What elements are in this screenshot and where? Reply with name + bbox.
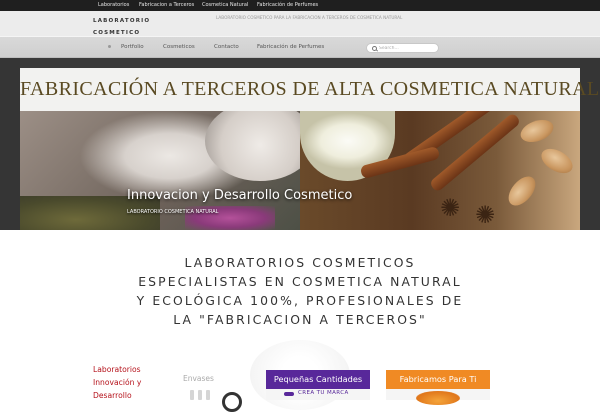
- feature-card-pequenas-cantidades[interactable]: Pequeñas Cantidades CREA TU MARCA: [266, 370, 370, 400]
- hero-caption-sub: LABORATORIO COSMETICA NATURAL: [127, 209, 219, 215]
- site-header: LABORATORIO COSMETICO LABORATORIO COSMET…: [0, 11, 600, 36]
- ring-icon: [222, 392, 242, 412]
- bottle-icon: [190, 390, 194, 400]
- powder-bowl-image: [205, 111, 300, 181]
- search-box[interactable]: [366, 43, 439, 53]
- hero-slider[interactable]: FABRICACIÓN A TERCEROS DE ALTA COSMETICA…: [0, 58, 600, 230]
- hero-caption: Innovacion y Desarrollo Cosmetico: [127, 188, 353, 203]
- hero-title: FABRICACIÓN A TERCEROS DE ALTA COSMETICA…: [20, 78, 600, 100]
- nav-item-portfolio[interactable]: Portfolio: [121, 37, 144, 58]
- nav-item-cosmeticos[interactable]: Cosmeticos: [163, 37, 195, 58]
- feature-card-subtitle: CREA TU MARCA: [298, 390, 349, 396]
- site-tagline: LABORATORIO COSMETICO PARA LA FABRICACIO…: [216, 15, 403, 20]
- search-input[interactable]: [379, 44, 434, 52]
- intro-heading: LABORATORIOS COSMETICOS ESPECIALISTAS EN…: [80, 253, 520, 329]
- top-bar: Laboratorios Fabricacion a Terceros Cosm…: [0, 0, 600, 11]
- search-icon: [372, 46, 377, 51]
- intro-line: LABORATORIOS COSMETICOS: [184, 255, 416, 270]
- intro-line: Y ECOLÓGICA 100%, PROFESIONALES DE: [136, 293, 464, 308]
- envases-image: [190, 388, 270, 412]
- nav-item-fabricacion-perfumes[interactable]: Fabricación de Perfumes: [257, 37, 324, 58]
- nav-bullet-icon: [108, 45, 111, 48]
- hero-left-edge: [0, 58, 20, 230]
- intro-line: LA "FABRICACION A TERCEROS": [173, 312, 427, 327]
- star-anise-image: ✺: [440, 194, 461, 222]
- hero-banner: FABRICACIÓN A TERCEROS DE ALTA COSMETICA…: [20, 68, 600, 111]
- bottle-icon: [198, 390, 202, 400]
- ingredients-photo: ✺ ✺: [300, 111, 580, 230]
- intro-line: ESPECIALISTAS EN COSMETICA NATURAL: [138, 274, 462, 289]
- feature-card-body: CREA TU MARCA: [266, 389, 370, 400]
- product-image: [416, 391, 460, 405]
- cinnamon-stick-image: [428, 112, 522, 193]
- almond-image: [517, 115, 557, 147]
- main-nav: Portfolio Cosmeticos Contacto Fabricació…: [0, 36, 600, 58]
- topbar-link-fabricacion-terceros[interactable]: Fabricacion a Terceros: [139, 0, 194, 11]
- feature-card-title[interactable]: Fabricamos Para Ti: [386, 370, 490, 389]
- almond-image: [503, 171, 541, 211]
- topbar-link-fabricacion-perfumes[interactable]: Fabricación de Perfumes: [257, 0, 318, 11]
- bottle-icon: [206, 390, 210, 400]
- topbar-link-laboratorios[interactable]: Laboratorios: [98, 0, 129, 11]
- star-anise-image: ✺: [475, 201, 496, 229]
- nav-item-contacto[interactable]: Contacto: [214, 37, 239, 58]
- brush-icon: [284, 392, 294, 396]
- envases-label[interactable]: Envases: [183, 374, 214, 383]
- feature-card-body: [386, 389, 490, 405]
- sidebar-link-laboratorios[interactable]: Laboratorios: [93, 364, 141, 376]
- topbar-link-cosmetica-natural[interactable]: Cosmetica Natural: [202, 0, 248, 11]
- sidebar-link-innovacion[interactable]: Innovación y: [93, 377, 141, 389]
- almond-image: [537, 143, 577, 179]
- sidebar-link-desarrollo[interactable]: Desarrollo: [93, 390, 132, 402]
- feature-card-fabricamos[interactable]: Fabricamos Para Ti: [386, 370, 490, 405]
- feature-card-title[interactable]: Pequeñas Cantidades: [266, 370, 370, 389]
